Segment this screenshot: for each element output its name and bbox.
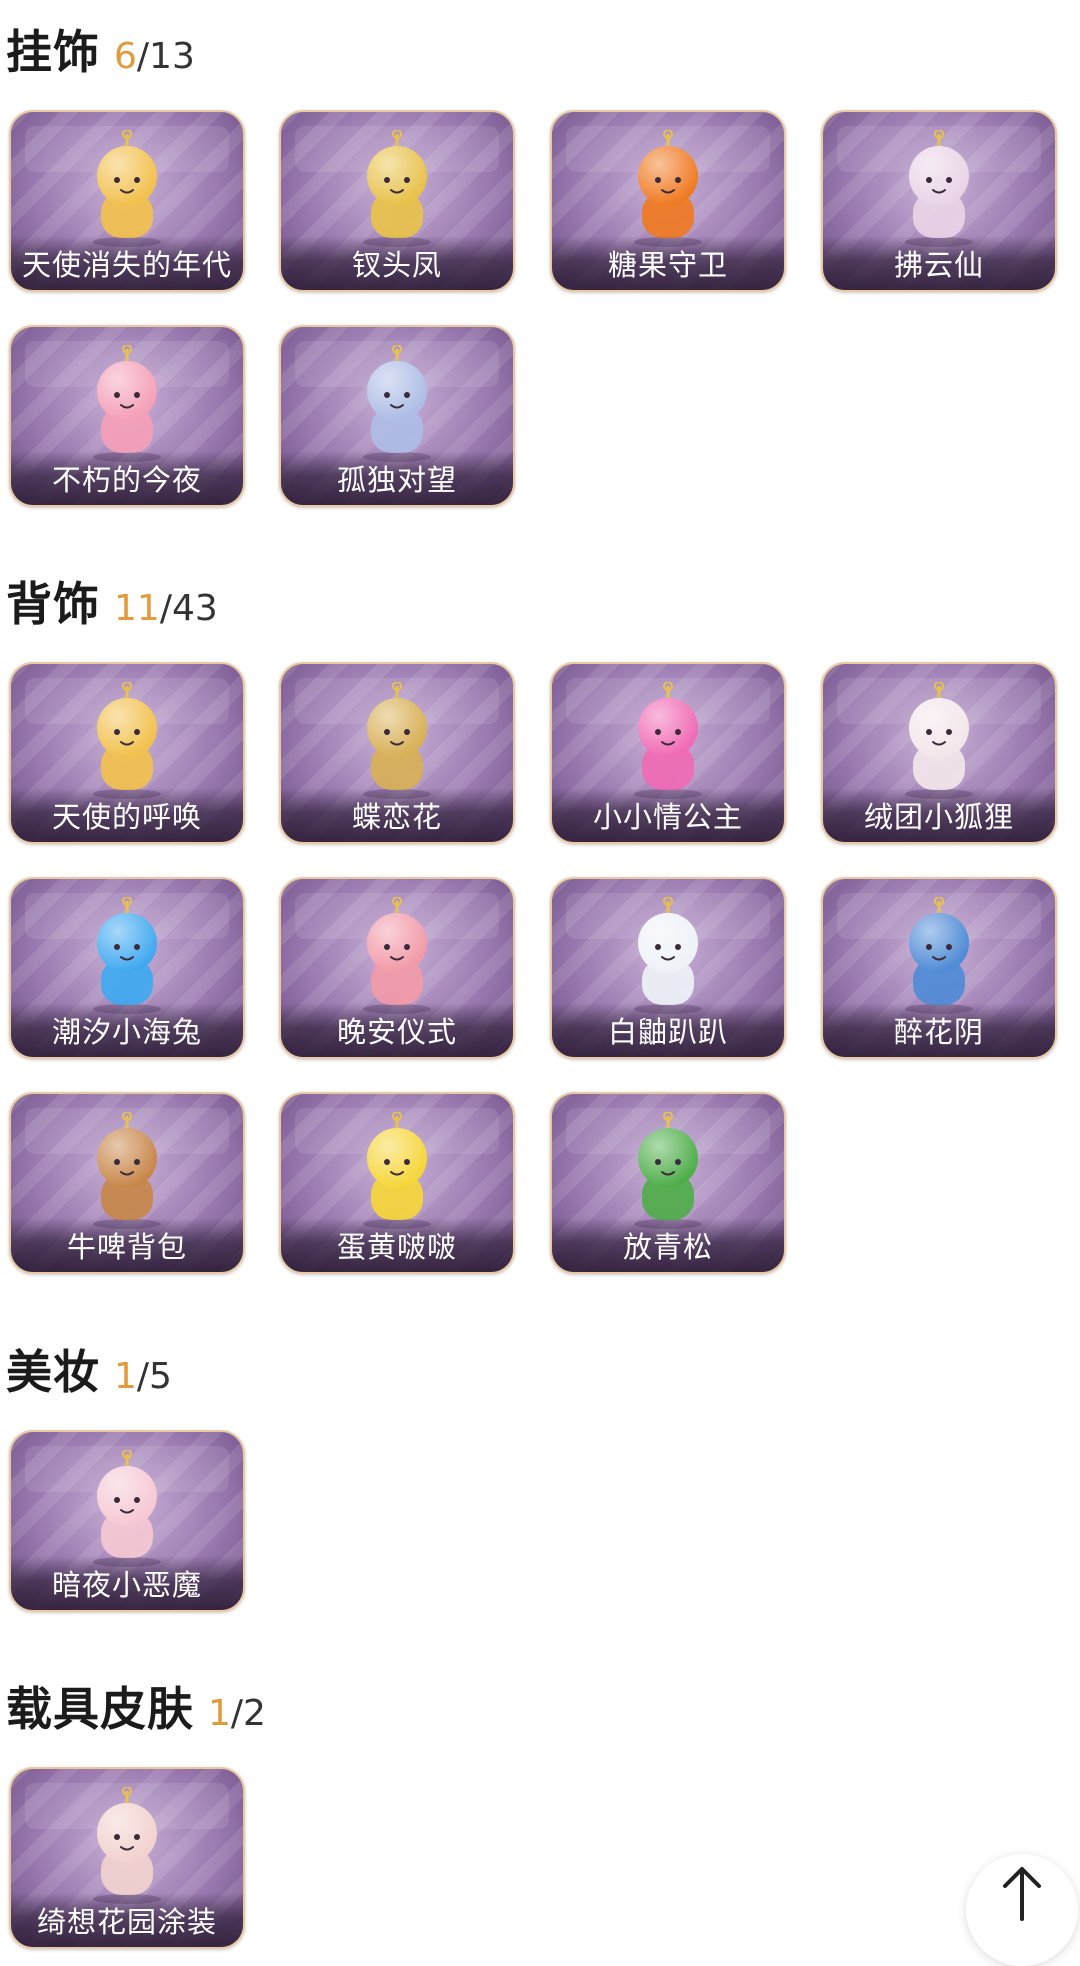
- item-name: 绒团小狐狸: [823, 788, 1055, 842]
- item-name: 天使的呼唤: [11, 788, 243, 842]
- item-art: [883, 682, 995, 800]
- item-name: 拂云仙: [823, 236, 1055, 290]
- pink-fox-cupcake-icon: [93, 345, 161, 462]
- total-count: /2: [230, 1693, 266, 1734]
- total-count: /5: [136, 1356, 172, 1397]
- item-art: [612, 130, 724, 248]
- item-name: 放青松: [552, 1218, 784, 1272]
- item-card[interactable]: 天使的呼唤: [9, 662, 245, 844]
- item-name: 小小情公主: [552, 788, 784, 842]
- item-card[interactable]: 绒团小狐狸: [821, 662, 1057, 844]
- item-art: [612, 682, 724, 800]
- item-name: 孤独对望: [281, 451, 513, 505]
- section-header: 背饰 11/43: [6, 568, 218, 640]
- item-card[interactable]: 放青松: [550, 1092, 786, 1274]
- blue-hair-doll-icon: [363, 345, 431, 462]
- item-card[interactable]: 糖果守卫: [550, 110, 786, 292]
- item-art: [71, 345, 183, 463]
- pink-princess-icon: [634, 682, 702, 799]
- item-card[interactable]: 蝶恋花: [279, 662, 515, 844]
- item-name: 暗夜小恶魔: [11, 1556, 243, 1610]
- total-count: /13: [136, 36, 195, 77]
- yellow-chick-egg-icon: [363, 1112, 431, 1229]
- bonsai-pine-icon: [634, 1112, 702, 1229]
- item-card[interactable]: 晚安仪式: [279, 877, 515, 1059]
- item-art: [341, 897, 453, 1015]
- item-art: [71, 897, 183, 1015]
- item-art: [341, 130, 453, 248]
- item-card[interactable]: 牛啤背包: [9, 1092, 245, 1274]
- white-ferret-icon: [634, 897, 702, 1014]
- item-art: [883, 897, 995, 1015]
- collection-count: 1/2: [208, 1693, 266, 1734]
- item-card[interactable]: 绮想花园涂装: [9, 1767, 245, 1949]
- item-card[interactable]: 拂云仙: [821, 110, 1057, 292]
- cherub-icon: [93, 682, 161, 799]
- item-card[interactable]: 孤独对望: [279, 325, 515, 507]
- item-card[interactable]: 小小情公主: [550, 662, 786, 844]
- item-card[interactable]: 潮汐小海兔: [9, 877, 245, 1059]
- owned-count: 1: [114, 1356, 137, 1397]
- item-art: [341, 345, 453, 463]
- item-name: 钗头凤: [281, 236, 513, 290]
- item-card[interactable]: 钗头凤: [279, 110, 515, 292]
- section-title: 背饰: [6, 577, 100, 631]
- section-header: 挂饰 6/13: [6, 16, 195, 88]
- little-devil-icon: [93, 1450, 161, 1567]
- item-name: 糖果守卫: [552, 236, 784, 290]
- item-card[interactable]: 醉花阴: [821, 877, 1057, 1059]
- item-card[interactable]: 不朽的今夜: [9, 325, 245, 507]
- item-name: 醉花阴: [823, 1003, 1055, 1057]
- blue-sea-bunny-icon: [93, 897, 161, 1014]
- owned-count: 6: [114, 36, 137, 77]
- item-name: 牛啤背包: [11, 1218, 243, 1272]
- flower-mirror-icon: [905, 897, 973, 1014]
- phoenix-crown-icon: [363, 130, 431, 247]
- total-count: /43: [159, 588, 218, 629]
- section-header: 美妆 1/5: [6, 1336, 172, 1408]
- scroll-to-top-button[interactable]: [966, 1854, 1078, 1966]
- item-card[interactable]: 暗夜小恶魔: [9, 1430, 245, 1612]
- section-title: 挂饰: [6, 25, 100, 79]
- collection-count: 11/43: [114, 588, 218, 629]
- collection-count: 1/5: [114, 1356, 172, 1397]
- collection-count: 6/13: [114, 36, 195, 77]
- item-name: 潮汐小海兔: [11, 1003, 243, 1057]
- cow-beer-barrel-icon: [93, 1112, 161, 1229]
- item-art: [71, 130, 183, 248]
- garden-van-icon: [93, 1787, 161, 1904]
- item-art: [71, 682, 183, 800]
- pumpkin-candy-icon: [634, 130, 702, 247]
- item-name: 绮想花园涂装: [11, 1893, 243, 1947]
- owned-count: 1: [208, 1693, 231, 1734]
- item-card[interactable]: 天使消失的年代: [9, 110, 245, 292]
- item-art: [341, 682, 453, 800]
- item-card[interactable]: 蛋黄啵啵: [279, 1092, 515, 1274]
- angel-halo-girl-icon: [93, 130, 161, 247]
- cloud-fairy-icon: [905, 130, 973, 247]
- item-name: 不朽的今夜: [11, 451, 243, 505]
- item-art: [71, 1112, 183, 1230]
- item-art: [341, 1112, 453, 1230]
- item-name: 白鼬趴趴: [552, 1003, 784, 1057]
- white-fox-icon: [905, 682, 973, 799]
- owned-count: 11: [114, 588, 160, 629]
- arrow-up-icon: [999, 1867, 1045, 1925]
- item-name: 天使消失的年代: [11, 236, 243, 290]
- item-name: 晚安仪式: [281, 1003, 513, 1057]
- item-name: 蛋黄啵啵: [281, 1218, 513, 1272]
- item-name: 蝶恋花: [281, 788, 513, 842]
- item-art: [71, 1450, 183, 1568]
- item-art: [612, 1112, 724, 1230]
- item-card[interactable]: 白鼬趴趴: [550, 877, 786, 1059]
- item-art: [883, 130, 995, 248]
- item-art: [612, 897, 724, 1015]
- section-title: 载具皮肤: [6, 1682, 194, 1736]
- section-title: 美妆: [6, 1345, 100, 1399]
- section-header: 载具皮肤 1/2: [6, 1673, 266, 1745]
- item-art: [71, 1787, 183, 1905]
- butterfly-bell-icon: [363, 682, 431, 799]
- pink-bear-icon: [363, 897, 431, 1014]
